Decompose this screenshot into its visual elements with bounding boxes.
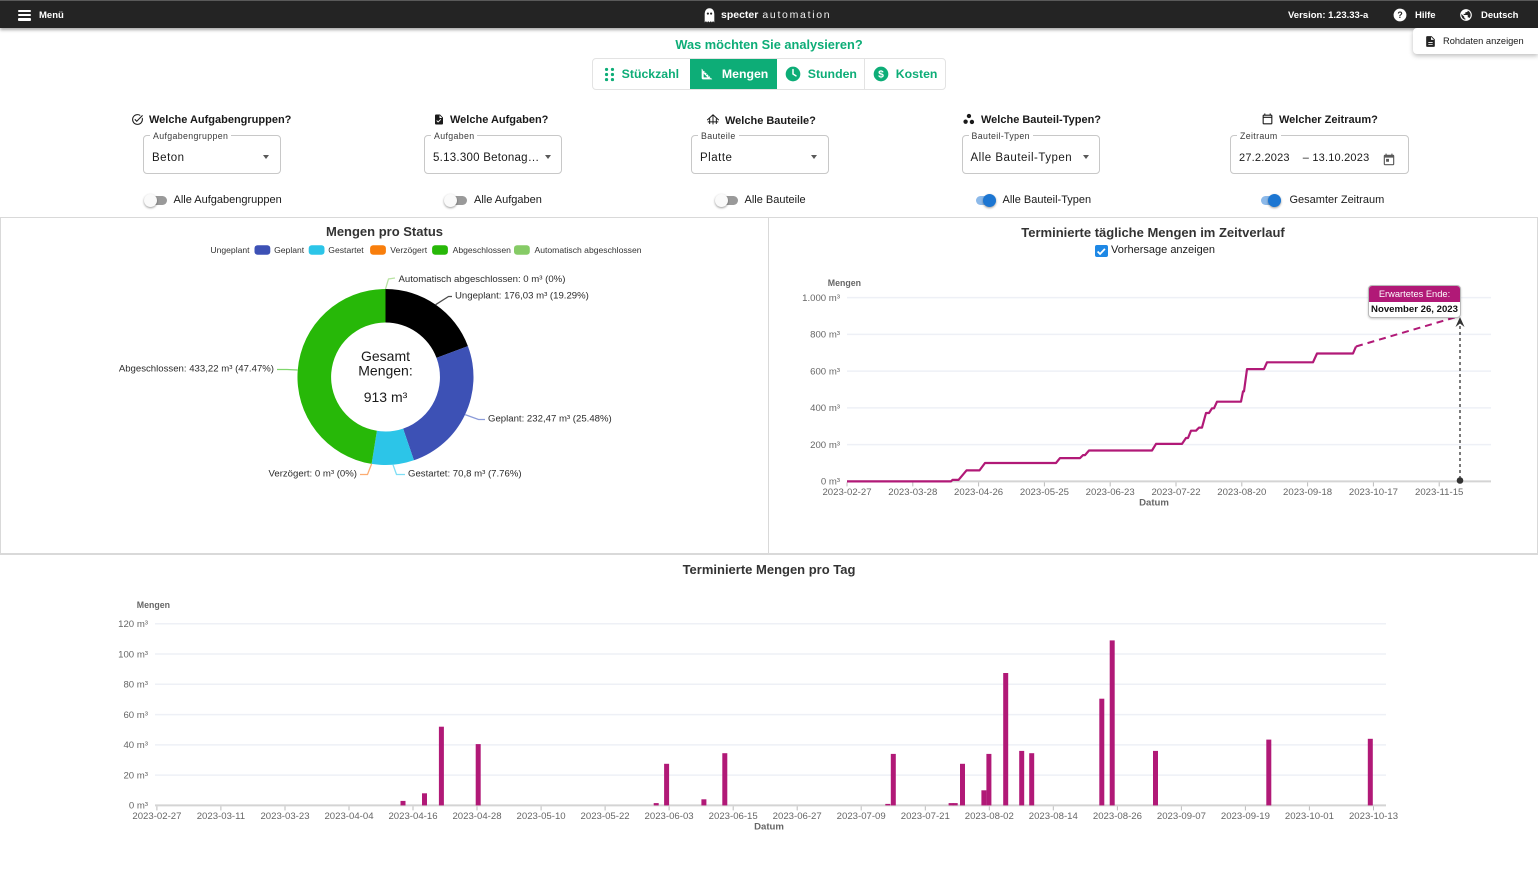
svg-text:2023-02-27: 2023-02-27 — [822, 487, 871, 498]
svg-text:$: $ — [878, 70, 884, 81]
svg-text:2023-05-10: 2023-05-10 — [517, 811, 566, 822]
svg-text:2023-05-22: 2023-05-22 — [581, 811, 630, 822]
svg-text:2023-08-26: 2023-08-26 — [1093, 811, 1142, 822]
svg-text:2023-10-17: 2023-10-17 — [1349, 487, 1398, 498]
svg-text:2023-09-07: 2023-09-07 — [1157, 811, 1206, 822]
svg-text:2023-08-14: 2023-08-14 — [1029, 811, 1079, 822]
svg-text:2023-09-18: 2023-09-18 — [1283, 487, 1332, 498]
svg-text:1.000 m³: 1.000 m³ — [802, 293, 840, 304]
svg-text:Mengen: Mengen — [137, 600, 170, 610]
svg-text:2023-08-20: 2023-08-20 — [1217, 487, 1266, 498]
svg-text:Gestartet: Gestartet — [328, 245, 364, 255]
svg-text:120 m³: 120 m³ — [118, 619, 148, 630]
svg-text:Mengen:: Mengen: — [358, 363, 412, 379]
svg-text:Automatisch abgeschlossen: Automatisch abgeschlossen — [535, 245, 642, 255]
svg-text:Automatisch abgeschlossen: 0 m: Automatisch abgeschlossen: 0 m³ (0%) — [399, 274, 566, 285]
svg-text:2023-04-28: 2023-04-28 — [452, 811, 501, 822]
svg-text:20 m³: 20 m³ — [123, 770, 148, 781]
svg-text:2023-04-16: 2023-04-16 — [388, 811, 437, 822]
svg-text:2023-08-02: 2023-08-02 — [965, 811, 1014, 822]
svg-text:Gestartet: 70,8 m³ (7.76%): Gestartet: 70,8 m³ (7.76%) — [408, 469, 522, 480]
svg-text:100 m³: 100 m³ — [118, 649, 148, 660]
svg-text:2023-10-13: 2023-10-13 — [1349, 811, 1398, 822]
svg-text:2023-07-22: 2023-07-22 — [1151, 487, 1200, 498]
svg-text:2023-03-23: 2023-03-23 — [260, 811, 309, 822]
svg-text:Geplant: Geplant — [274, 245, 305, 255]
svg-text:2023-04-26: 2023-04-26 — [954, 487, 1003, 498]
svg-text:Verzögert: 0 m³ (0%): Verzögert: 0 m³ (0%) — [268, 469, 357, 480]
svg-text:2023-07-21: 2023-07-21 — [901, 811, 950, 822]
svg-text:2023-06-03: 2023-06-03 — [645, 811, 694, 822]
svg-text:2023-03-11: 2023-03-11 — [197, 811, 245, 822]
svg-text:2023-02-27: 2023-02-27 — [132, 811, 181, 822]
svg-text:2023-05-25: 2023-05-25 — [1020, 487, 1069, 498]
svg-text:40 m³: 40 m³ — [123, 740, 148, 751]
svg-text:2023-04-04: 2023-04-04 — [324, 811, 374, 822]
svg-text:600 m³: 600 m³ — [810, 366, 840, 377]
svg-text:Abgeschlossen: 433,22 m³ (47.4: Abgeschlossen: 433,22 m³ (47.47%) — [119, 364, 274, 375]
svg-text:80 m³: 80 m³ — [123, 680, 148, 691]
svg-text:Datum: Datum — [754, 821, 784, 832]
svg-text:2023-10-01: 2023-10-01 — [1285, 811, 1334, 822]
svg-text:Geplant: 232,47 m³ (25.48%): Geplant: 232,47 m³ (25.48%) — [488, 414, 612, 425]
svg-text:400 m³: 400 m³ — [810, 403, 840, 414]
svg-text:Verzögert: Verzögert — [390, 245, 427, 255]
svg-text:2023-06-27: 2023-06-27 — [773, 811, 822, 822]
svg-text:?: ? — [1397, 10, 1402, 20]
svg-text:200 m³: 200 m³ — [810, 440, 840, 451]
svg-text:2023-03-28: 2023-03-28 — [888, 487, 937, 498]
svg-text:2023-11-15: 2023-11-15 — [1415, 487, 1463, 498]
svg-text:Mengen: Mengen — [828, 278, 861, 288]
svg-text:Ungeplant: 176,03 m³ (19.29%): Ungeplant: 176,03 m³ (19.29%) — [455, 291, 589, 302]
svg-text:2023-06-23: 2023-06-23 — [1086, 487, 1135, 498]
svg-text:Datum: Datum — [1139, 497, 1169, 508]
svg-text:Ungeplant: Ungeplant — [210, 245, 250, 255]
svg-text:2023-07-09: 2023-07-09 — [837, 811, 886, 822]
svg-text:60 m³: 60 m³ — [123, 710, 148, 721]
svg-text:Abgeschlossen: Abgeschlossen — [453, 245, 512, 255]
svg-text:2023-09-19: 2023-09-19 — [1221, 811, 1270, 822]
svg-text:800 m³: 800 m³ — [810, 330, 840, 341]
svg-text:2023-06-15: 2023-06-15 — [709, 811, 758, 822]
svg-text:913 m³: 913 m³ — [364, 389, 408, 405]
